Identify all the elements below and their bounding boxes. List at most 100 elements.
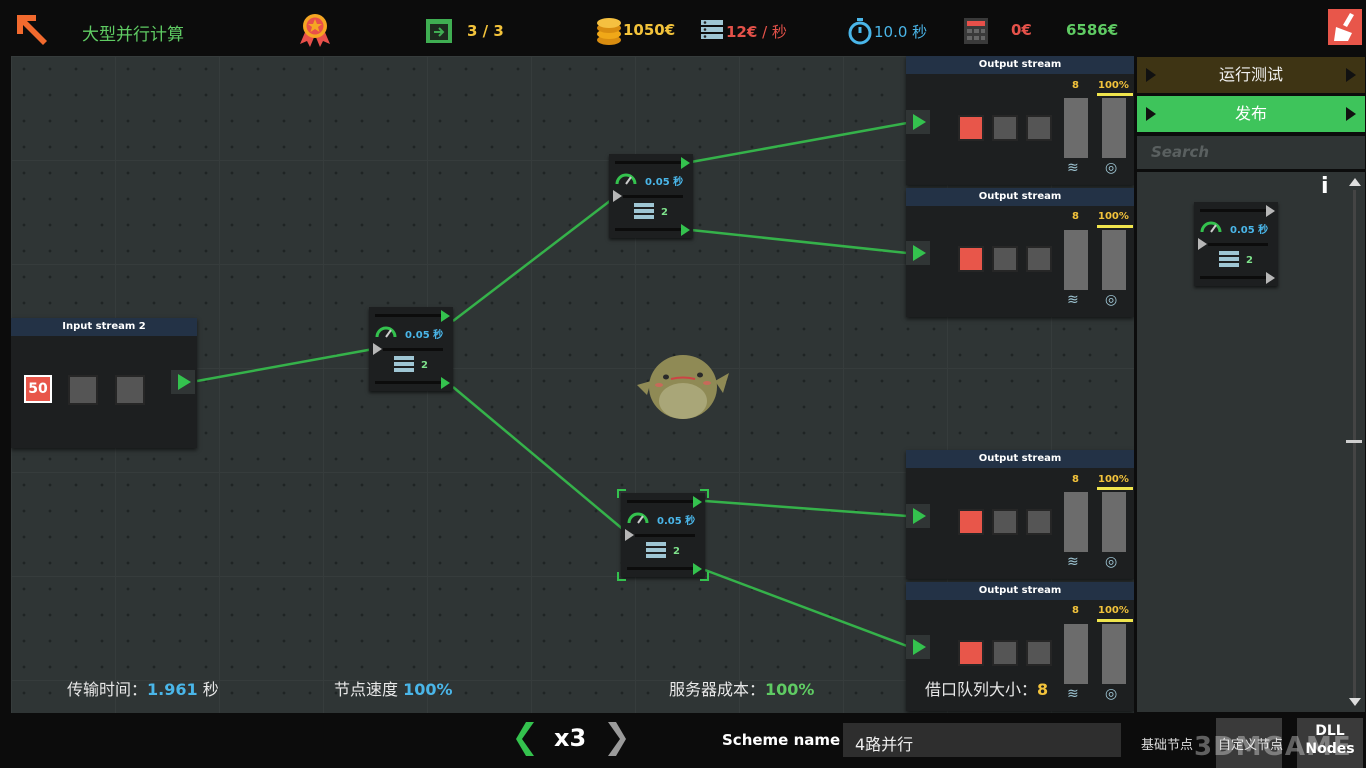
input-output-port[interactable] — [171, 370, 195, 394]
layers-icon: ≋ — [1067, 554, 1079, 570]
output-count: 8 — [1072, 80, 1079, 91]
speed-decrease-button[interactable] — [516, 720, 538, 758]
level-progress-icon — [425, 18, 453, 44]
output-input-port[interactable] — [906, 241, 930, 265]
split-in-port[interactable] — [373, 343, 382, 355]
medal-icon[interactable] — [296, 10, 334, 48]
queue-size-value: 8 — [1037, 680, 1049, 699]
split-in-port — [1198, 238, 1207, 250]
speed-increase-button[interactable] — [604, 720, 626, 758]
output-percent: 100% — [1098, 80, 1129, 91]
output-node-header: Output stream — [906, 450, 1134, 468]
coins-value: 1050€ — [623, 21, 676, 39]
stopwatch-icon — [848, 17, 872, 45]
scrollbar-thumb[interactable] — [1346, 440, 1362, 443]
output-input-port[interactable] — [906, 110, 930, 134]
split-out-port[interactable] — [681, 224, 690, 236]
output-percent-bar — [1102, 624, 1126, 684]
level-progress-text: 3 / 3 — [467, 22, 504, 40]
link-split1-split2 — [452, 193, 620, 322]
right-panel: 运行测试 发布 Search i 0.05 秒 2 基础节点 自定义节点 DLL… — [1136, 56, 1366, 768]
target-icon: ◎ — [1105, 554, 1118, 570]
play-arrow-icon — [1346, 107, 1356, 121]
node-speed-label: 节点速度 — [334, 680, 399, 699]
output-count-bar — [1064, 492, 1088, 552]
level-title: 大型并行计算 — [82, 25, 184, 45]
output-slot-filled — [958, 640, 984, 666]
search-input[interactable]: Search — [1137, 136, 1365, 169]
split-out-port[interactable] — [681, 157, 690, 169]
transfer-time-stat: 传输时间：1.961 秒 — [67, 676, 219, 700]
server-cost-stat: 服务器成本：100% — [669, 676, 814, 700]
output-slot — [992, 115, 1018, 141]
split-count: 2 — [1246, 255, 1253, 266]
split-top-rail — [375, 314, 445, 317]
split-node-selected[interactable]: 0.05 秒 2 — [617, 489, 709, 581]
mascot-creature[interactable] — [633, 343, 733, 425]
run-test-button[interactable]: 运行测试 — [1137, 57, 1365, 93]
split-mid-rail — [1208, 243, 1268, 246]
scroll-up-icon[interactable] — [1349, 178, 1361, 186]
node-speed-stat: 节点速度 100% — [334, 676, 453, 700]
output-slot — [1026, 509, 1052, 535]
output-count: 8 — [1072, 211, 1079, 222]
output-percent: 100% — [1098, 605, 1129, 616]
run-test-label: 运行测试 — [1218, 65, 1283, 84]
output-stream-node[interactable]: Output stream 8 100% ≋ ◎ — [906, 450, 1134, 579]
split-in-port[interactable] — [613, 190, 622, 202]
scroll-down-icon[interactable] — [1349, 698, 1361, 706]
queue-stack-icon — [1218, 250, 1240, 270]
coins-icon — [595, 16, 623, 46]
output-node-header: Output stream — [906, 188, 1134, 206]
input-stream-node[interactable]: Input stream 2 50 — [11, 318, 197, 448]
output-slot — [992, 509, 1018, 535]
link-split2-out1 — [690, 121, 908, 164]
queue-stack-icon — [633, 202, 655, 222]
split-mid-rail — [383, 348, 443, 351]
output-input-port[interactable] — [906, 504, 930, 528]
back-arrow-icon[interactable] — [14, 12, 50, 48]
split-node[interactable]: 0.05 秒 2 — [369, 307, 453, 391]
node-canvas[interactable]: Input stream 2 50 0.05 秒 2 0.05 秒 2 0.05… — [11, 56, 1134, 713]
queue-size-stat: 借口队列大小：8 — [925, 676, 1048, 700]
split-out-port — [1266, 272, 1275, 284]
split-bottom-rail — [375, 381, 445, 384]
play-arrow-icon — [1146, 68, 1156, 82]
watermark: 3DMGAME — [1194, 732, 1352, 762]
input-value-badge: 50 — [24, 375, 52, 403]
input-value: 50 — [28, 381, 48, 397]
output-slot — [1026, 640, 1052, 666]
palette-split-node[interactable]: 0.05 秒 2 — [1194, 202, 1278, 286]
output-count: 8 — [1072, 605, 1079, 616]
speedometer-icon — [1200, 218, 1222, 233]
scheme-name-value: 4路并行 — [855, 735, 914, 754]
split-count: 2 — [421, 360, 428, 371]
split-bottom-rail — [1200, 276, 1270, 279]
split-out-port[interactable] — [441, 310, 450, 322]
output-percent-line — [1097, 93, 1133, 96]
output-slot — [1026, 246, 1052, 272]
split-count: 2 — [661, 207, 668, 218]
speed-multiplier: x3 — [554, 724, 587, 752]
split-node[interactable]: 0.05 秒 2 — [609, 154, 693, 238]
server-cost-label: 服务器成本： — [669, 680, 766, 699]
selection-brackets — [617, 489, 709, 581]
split-out-port[interactable] — [441, 377, 450, 389]
info-icon[interactable]: i — [1321, 174, 1329, 199]
output-stream-node[interactable]: Output stream 8 100% ≋ ◎ — [906, 188, 1134, 317]
output-slot-filled — [958, 115, 984, 141]
link-split2-out2 — [690, 228, 908, 255]
publish-button[interactable]: 发布 — [1137, 96, 1365, 132]
output-count-bar — [1064, 98, 1088, 158]
total-value: 6586€ — [1066, 21, 1119, 39]
scrollbar-track[interactable] — [1353, 190, 1356, 700]
output-input-port[interactable] — [906, 635, 930, 659]
output-node-header: Output stream — [906, 582, 1134, 600]
clear-broom-button[interactable] — [1328, 9, 1362, 45]
output-stream-node[interactable]: Output stream 8 100% ≋ ◎ — [906, 56, 1134, 185]
transfer-time-unit: 秒 — [202, 680, 219, 699]
node-speed-value: 100% — [403, 680, 453, 699]
tab-basic-nodes-label: 基础节点 — [1141, 738, 1194, 753]
split-speed: 0.05 秒 — [645, 177, 684, 188]
scheme-name-input[interactable]: 4路并行 — [843, 723, 1121, 757]
